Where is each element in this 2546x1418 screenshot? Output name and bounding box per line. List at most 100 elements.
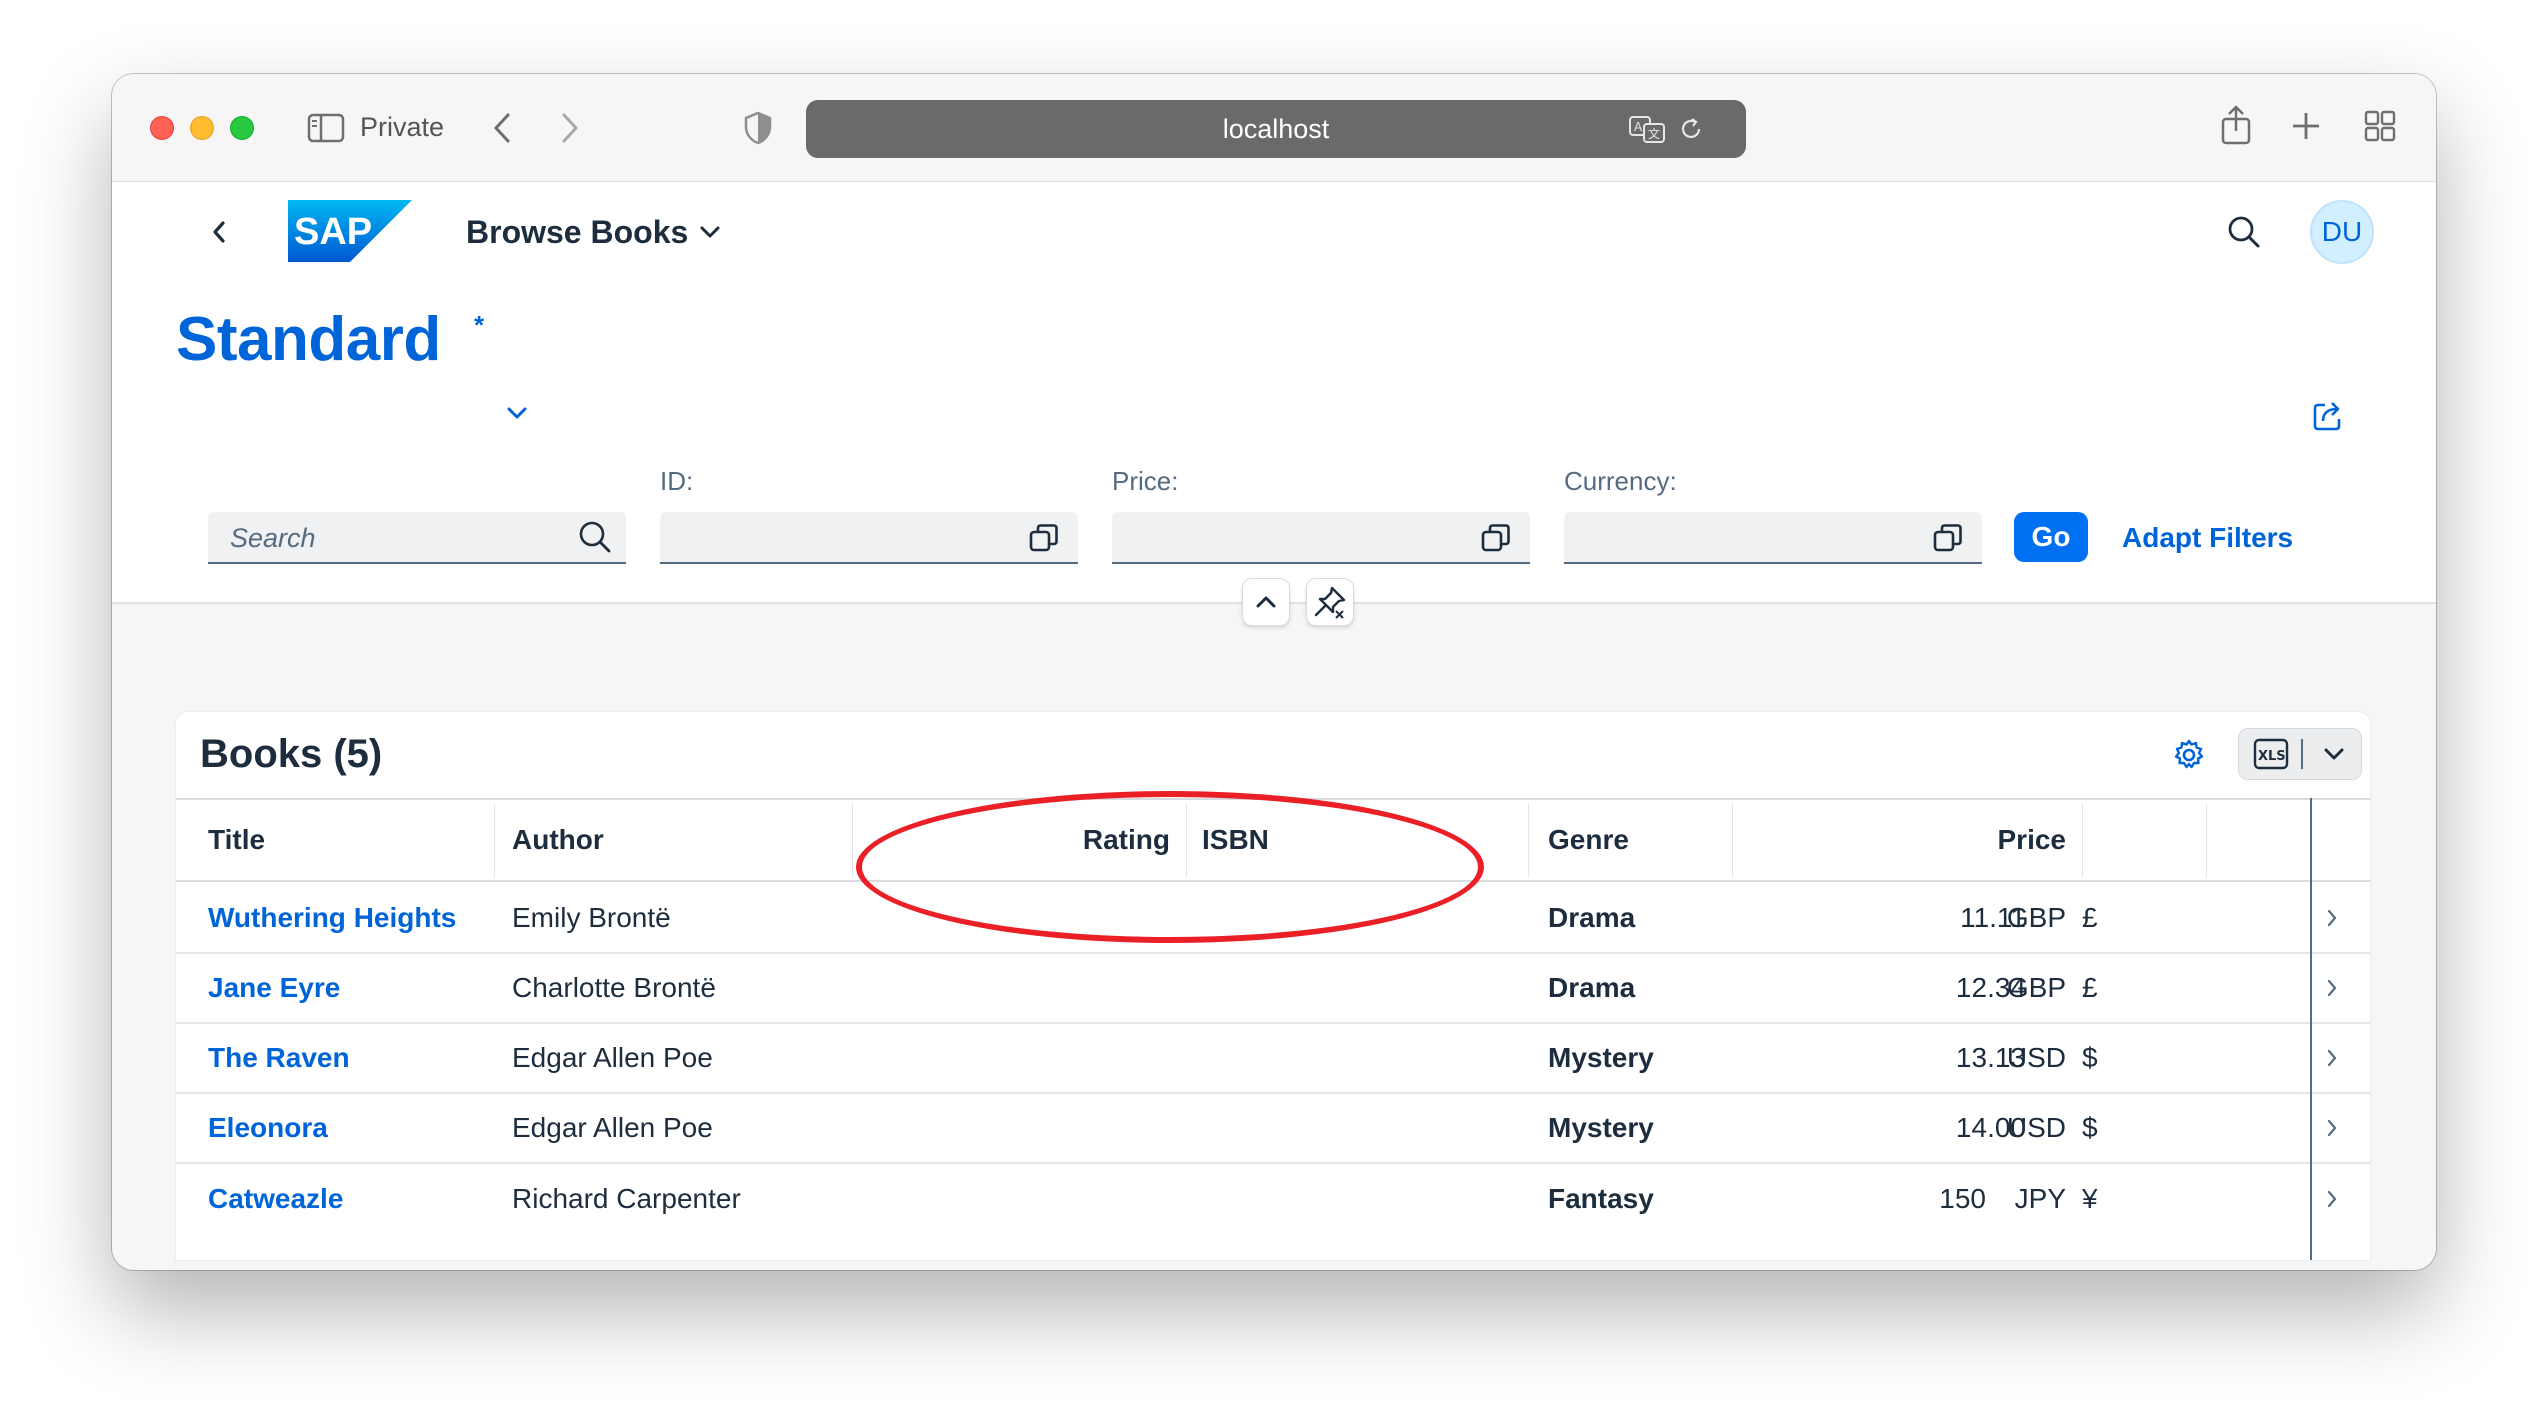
price-filter-input[interactable] xyxy=(1112,512,1530,564)
book-genre: Drama xyxy=(1548,972,1636,1003)
logo-text: SAP xyxy=(294,211,372,253)
red-annotation-ellipse xyxy=(856,791,1484,943)
app-content: SAP Browse Books DU Standard * Search ID… xyxy=(112,182,2436,1270)
currency-filter-input[interactable] xyxy=(1564,512,1982,564)
minimize-window-button[interactable] xyxy=(190,116,214,140)
export-menu-chevron-down-icon[interactable] xyxy=(2309,731,2359,777)
search-icon[interactable] xyxy=(2224,212,2264,252)
column-header-title[interactable]: Title xyxy=(208,800,265,880)
book-price: 150 xyxy=(1939,1183,1986,1214)
column-header-author[interactable]: Author xyxy=(512,800,604,880)
table-row[interactable]: The Raven Edgar Allen Poe Mystery 13.13 … xyxy=(176,1024,2370,1094)
app-title[interactable]: Browse Books xyxy=(466,214,688,251)
value-help-icon[interactable] xyxy=(1480,522,1512,559)
back-icon[interactable] xyxy=(482,108,522,148)
chevron-right-icon[interactable] xyxy=(2326,1024,2338,1092)
currency-symbol: ¥ xyxy=(2082,1183,2098,1214)
variant-chevron-down-icon[interactable] xyxy=(504,400,530,426)
url-text: localhost xyxy=(1222,114,1330,144)
shield-icon[interactable] xyxy=(738,108,778,148)
column-divider xyxy=(2206,804,2207,878)
translate-icon[interactable]: A文 xyxy=(1628,112,1666,146)
nav-back-icon[interactable] xyxy=(202,214,236,250)
svg-text:XLS: XLS xyxy=(2258,749,2286,764)
book-genre: Mystery xyxy=(1548,1042,1654,1073)
export-button-group: XLS xyxy=(2238,728,2362,780)
sap-logo[interactable]: SAP xyxy=(288,200,412,262)
column-divider xyxy=(1528,804,1529,878)
book-title-link[interactable]: Eleonora xyxy=(208,1094,328,1162)
variant-modified-marker: * xyxy=(474,310,485,340)
currency-symbol: £ xyxy=(2082,972,2098,1003)
book-currency: USD xyxy=(2006,1112,2066,1143)
avatar[interactable]: DU xyxy=(2310,200,2374,264)
zoom-window-button[interactable] xyxy=(230,116,254,140)
currency-filter-label: Currency: xyxy=(1564,466,1677,496)
currency-symbol: $ xyxy=(2082,1042,2098,1073)
table-row[interactable]: Catweazle Richard Carpenter Fantasy 150 … xyxy=(176,1164,2370,1234)
new-tab-icon[interactable] xyxy=(2286,106,2326,146)
id-filter-label: ID: xyxy=(660,466,694,496)
table-row[interactable]: Jane Eyre Charlotte Brontë Drama 12.34 G… xyxy=(176,954,2370,1024)
adapt-filters-button[interactable]: Adapt Filters xyxy=(2122,522,2293,554)
currency-symbol: $ xyxy=(2082,1112,2098,1143)
forward-icon[interactable] xyxy=(550,108,590,148)
browser-window: Private localhost A文 SAP Browse Books DU… xyxy=(112,74,2436,1270)
sidebar-icon[interactable] xyxy=(306,108,346,148)
book-title-link[interactable]: Wuthering Heights xyxy=(208,884,456,952)
book-genre: Mystery xyxy=(1548,1112,1654,1143)
app-title-text: Browse Books xyxy=(466,214,689,250)
search-placeholder: Search xyxy=(230,523,316,553)
book-genre: Fantasy xyxy=(1548,1183,1654,1214)
value-help-icon[interactable] xyxy=(1028,522,1060,559)
search-field-icon[interactable] xyxy=(578,520,612,559)
book-title-link[interactable]: Catweazle xyxy=(208,1164,343,1234)
price-filter-label: Price: xyxy=(1112,466,1179,496)
book-author: Richard Carpenter xyxy=(512,1183,741,1214)
collapse-header-button[interactable] xyxy=(1242,578,1290,626)
table-title: Books (5) xyxy=(200,732,383,776)
export-divider xyxy=(2301,739,2303,769)
column-divider xyxy=(2082,804,2083,878)
shell-bar: SAP Browse Books DU xyxy=(112,182,2436,282)
table-row[interactable]: Eleonora Edgar Allen Poe Mystery 14.00 U… xyxy=(176,1094,2370,1164)
pin-icon xyxy=(1314,586,1346,619)
svg-text:A: A xyxy=(1634,120,1643,134)
chevron-right-icon[interactable] xyxy=(2326,1094,2338,1162)
book-genre: Drama xyxy=(1548,902,1636,933)
chevron-right-icon[interactable] xyxy=(2326,884,2338,952)
private-label: Private xyxy=(360,112,445,142)
chevron-right-icon[interactable] xyxy=(2326,954,2338,1022)
variant-title[interactable]: Standard xyxy=(176,304,441,375)
column-header-price[interactable]: Price xyxy=(1732,800,2082,880)
table-right-border xyxy=(2310,798,2312,1260)
address-bar[interactable]: localhost A文 xyxy=(806,100,1746,158)
chevron-right-icon[interactable] xyxy=(2326,1164,2338,1234)
book-currency: GBP xyxy=(2006,902,2066,933)
id-filter-input[interactable] xyxy=(660,512,1078,564)
pin-header-button[interactable] xyxy=(1306,578,1354,626)
column-header-genre[interactable]: Genre xyxy=(1548,800,1629,880)
book-title-link[interactable]: The Raven xyxy=(208,1024,350,1092)
svg-text:文: 文 xyxy=(1648,126,1660,141)
share-icon[interactable] xyxy=(2214,100,2258,150)
value-help-icon[interactable] xyxy=(1932,522,1964,559)
reload-icon[interactable] xyxy=(1674,112,1708,146)
book-currency: GBP xyxy=(2006,972,2066,1003)
book-currency: JPY xyxy=(2014,1183,2066,1214)
export-share-icon[interactable] xyxy=(2308,396,2348,436)
book-author: Edgar Allen Poe xyxy=(512,1112,713,1143)
close-window-button[interactable] xyxy=(150,116,174,140)
book-author: Edgar Allen Poe xyxy=(512,1042,713,1073)
tab-overview-icon[interactable] xyxy=(2360,106,2400,146)
search-input[interactable]: Search xyxy=(208,512,626,564)
browser-toolbar: Private localhost A文 xyxy=(112,74,2436,182)
collapse-icon xyxy=(1256,596,1276,608)
book-currency: USD xyxy=(2006,1042,2066,1073)
go-button[interactable]: Go xyxy=(2014,512,2088,562)
chevron-down-icon[interactable] xyxy=(696,218,724,246)
book-title-link[interactable]: Jane Eyre xyxy=(208,954,340,1022)
xls-export-icon[interactable]: XLS xyxy=(2245,731,2297,777)
books-table-panel: Books (5) XLS Title Author Rating ISBN G… xyxy=(176,712,2370,1260)
settings-gear-icon[interactable] xyxy=(2168,734,2210,776)
